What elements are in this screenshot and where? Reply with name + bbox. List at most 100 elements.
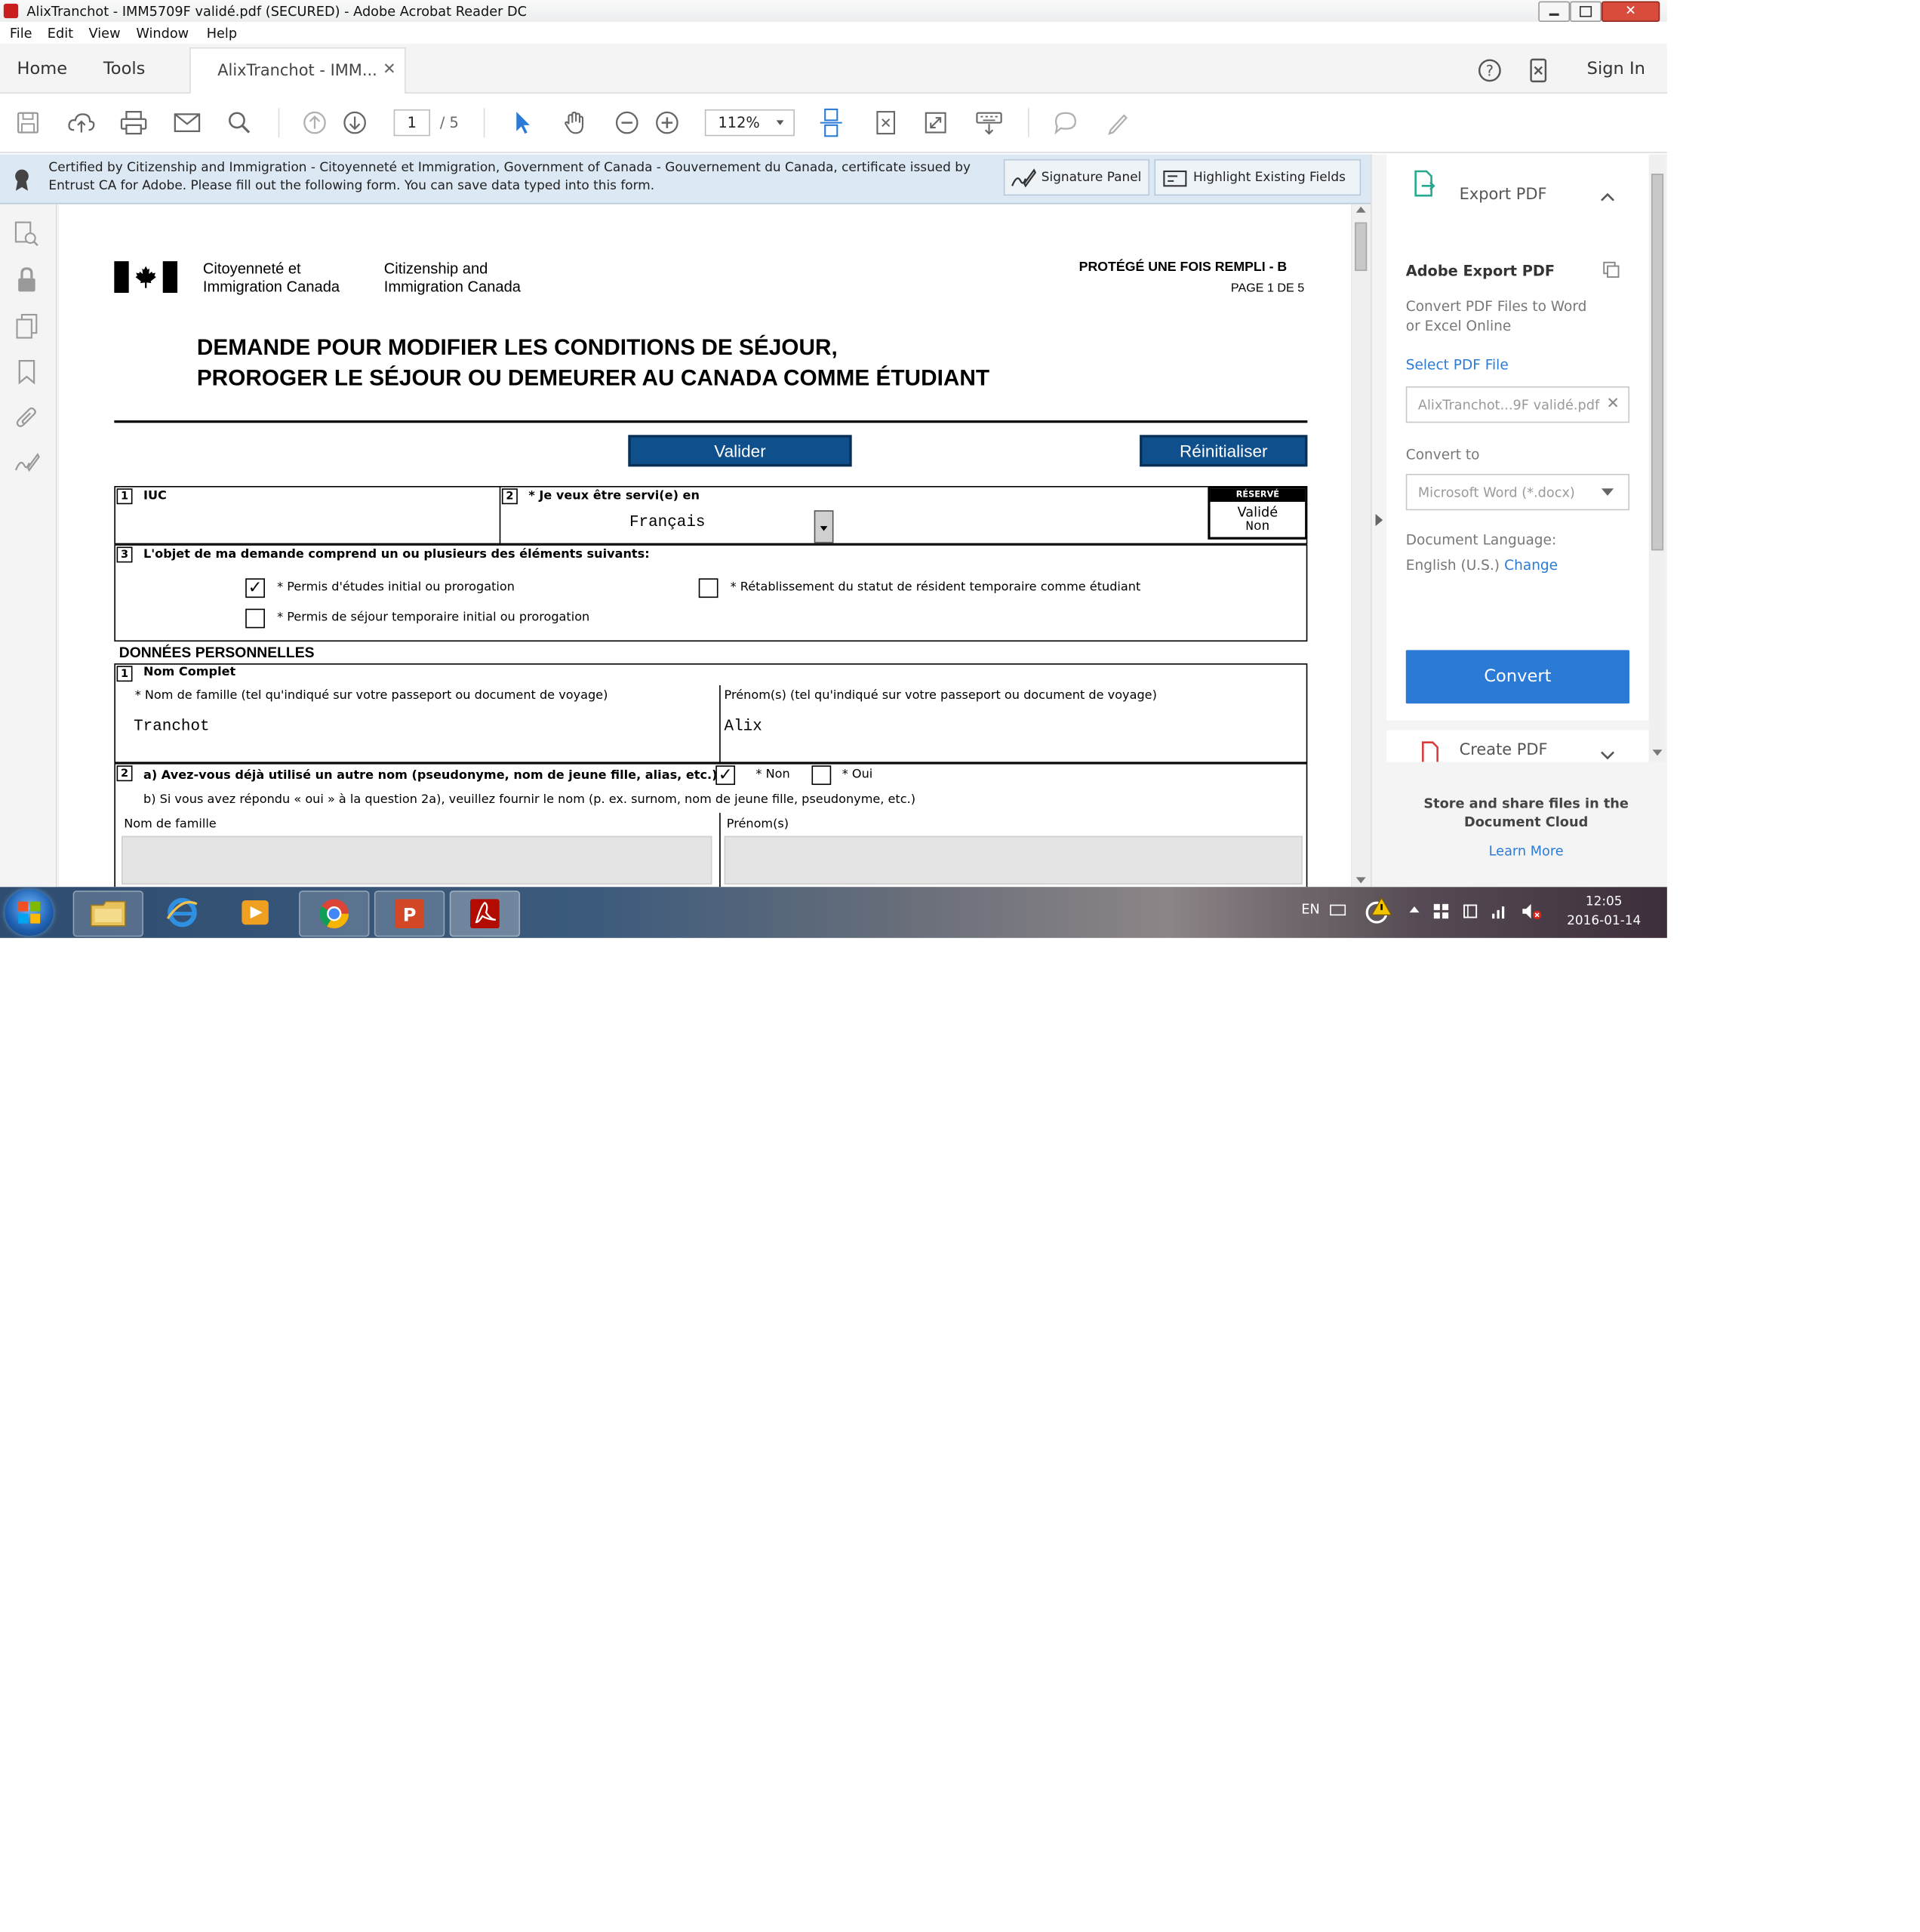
save-icon[interactable] [14, 109, 41, 136]
learn-more-link[interactable]: Learn More [1386, 843, 1666, 859]
devices-tray-icon[interactable] [1460, 902, 1480, 921]
pane-scrollbar[interactable] [1648, 154, 1666, 762]
acrobat-app-icon [3, 3, 19, 19]
zoom-in-icon[interactable] [654, 109, 680, 136]
other-given-input[interactable] [724, 835, 1303, 885]
given-name-input[interactable]: Alix [725, 713, 1303, 740]
scroll-thumb[interactable] [1355, 222, 1368, 272]
taskbar-chrome[interactable] [299, 891, 370, 937]
select-arrow-icon[interactable] [509, 109, 536, 136]
tab-document[interactable]: AlixTranchot - IMM... ✕ [189, 47, 406, 94]
other-surname-input[interactable] [122, 835, 712, 885]
language-indicator[interactable]: EN [1301, 902, 1319, 918]
network-tray-icon[interactable] [1490, 902, 1509, 921]
convert-button[interactable]: Convert [1405, 650, 1630, 704]
visitor-permit-checkbox[interactable] [245, 608, 265, 629]
export-pdf-card [1386, 154, 1649, 721]
zoom-select[interactable]: 112% [704, 109, 795, 137]
keyboard-icon[interactable] [974, 109, 1004, 136]
row-divider [719, 813, 721, 888]
right-pane-toggle-rail[interactable] [1371, 154, 1388, 888]
highlight-fields-button[interactable]: Highlight Existing Fields [1154, 158, 1362, 196]
cloud-copy-icon[interactable] [1600, 259, 1622, 281]
tab-tools[interactable]: Tools [103, 60, 146, 79]
tab-close-icon[interactable]: ✕ [383, 61, 396, 79]
restore-status-checkbox[interactable] [698, 578, 718, 598]
reset-button[interactable]: Réinitialiser [1140, 435, 1308, 467]
volume-muted-tray-icon[interactable] [1522, 902, 1543, 921]
scroll-up-icon[interactable] [1355, 206, 1366, 213]
taskbar-acrobat[interactable] [449, 891, 521, 937]
menu-help[interactable]: Help [207, 26, 237, 42]
windows-flag-tray-icon[interactable] [1432, 902, 1451, 921]
sign-pen-icon[interactable] [1104, 109, 1131, 136]
fit-page-icon[interactable] [872, 109, 899, 136]
clear-file-icon[interactable]: ✕ [1606, 395, 1620, 413]
language-dropdown-button[interactable] [814, 510, 834, 543]
taskbar-media-player[interactable] [221, 891, 289, 934]
menu-view[interactable]: View [89, 26, 121, 42]
clock-date[interactable]: 2016-01-14 [1562, 914, 1647, 928]
print-icon[interactable] [119, 109, 149, 136]
taskbar-explorer[interactable] [72, 891, 143, 937]
bookmark-icon[interactable] [12, 357, 42, 386]
warning-tray-icon[interactable] [1363, 893, 1395, 927]
chevron-down-icon[interactable] [1600, 745, 1614, 760]
attachment-icon[interactable] [12, 404, 42, 433]
previous-page-icon[interactable] [301, 109, 328, 136]
zoom-out-icon[interactable] [614, 109, 640, 136]
selected-file-field[interactable]: AlixTranchot...9F validé.pdf ✕ [1405, 386, 1630, 423]
chevron-up-icon[interactable] [1600, 186, 1614, 202]
tab-home[interactable]: Home [17, 60, 68, 79]
mobile-link-icon[interactable] [1526, 58, 1550, 83]
chrome-icon [319, 899, 349, 929]
scroll-down-icon[interactable] [1355, 877, 1366, 884]
menu-window[interactable]: Window [136, 26, 189, 42]
keyboard-tray-icon[interactable] [1328, 900, 1348, 920]
study-permit-label: * Permis d'études initial ou prorogation [277, 580, 515, 595]
tray-expand-icon[interactable] [1409, 906, 1420, 913]
sign-in-link[interactable]: Sign In [1587, 60, 1645, 79]
comment-icon[interactable] [1052, 109, 1078, 136]
next-page-icon[interactable] [341, 109, 368, 136]
minimize-button[interactable] [1538, 1, 1571, 22]
change-language-link[interactable]: Change [1504, 556, 1558, 574]
page-thumbnails-icon[interactable] [12, 219, 42, 248]
menu-file[interactable]: File [10, 26, 32, 42]
start-button[interactable] [5, 889, 54, 936]
restore-button[interactable] [1570, 1, 1602, 22]
pane-scroll-thumb[interactable] [1651, 174, 1664, 551]
hand-tool-icon[interactable] [562, 109, 588, 136]
lock-icon[interactable] [12, 265, 42, 294]
document-scrollbar[interactable] [1351, 204, 1371, 888]
toolbar-divider [1028, 108, 1029, 137]
signature-panel-button[interactable]: Signature Panel [1003, 158, 1150, 196]
iuc-input[interactable] [117, 508, 496, 542]
full-screen-icon[interactable] [922, 109, 949, 136]
clock-time[interactable]: 12:05 [1568, 894, 1641, 909]
menu-edit[interactable]: Edit [48, 26, 73, 42]
other-name-yes-checkbox[interactable] [811, 765, 832, 786]
collapse-right-icon[interactable] [1375, 514, 1383, 527]
email-icon[interactable] [173, 109, 202, 136]
signatures-icon[interactable] [12, 447, 42, 476]
format-select[interactable]: Microsoft Word (*.docx) [1405, 473, 1630, 511]
create-pdf-card[interactable]: Create PDF [1386, 730, 1649, 762]
search-icon[interactable] [226, 109, 252, 136]
language-select[interactable]: Français [520, 509, 836, 543]
surname-input[interactable]: Tranchot [134, 713, 712, 740]
taskbar-powerpoint[interactable]: P [374, 891, 445, 937]
help-icon[interactable]: ? [1478, 58, 1502, 82]
export-pdf-header[interactable]: Export PDF [1386, 154, 1649, 208]
study-permit-checkbox[interactable]: ✓ [245, 578, 265, 598]
pages-icon[interactable] [12, 311, 42, 340]
scroll-down-icon[interactable] [1652, 749, 1663, 756]
validate-button[interactable]: Valider [628, 435, 852, 467]
other-name-no-checkbox[interactable]: ✓ [715, 765, 736, 786]
scroll-mode-icon[interactable] [818, 107, 845, 139]
page-number-input[interactable]: 1 [393, 109, 430, 137]
close-button[interactable]: ✕ [1601, 1, 1660, 22]
cloud-upload-icon[interactable] [67, 109, 97, 136]
taskbar-ie[interactable] [148, 891, 216, 934]
p2-number: 2 [116, 765, 133, 782]
